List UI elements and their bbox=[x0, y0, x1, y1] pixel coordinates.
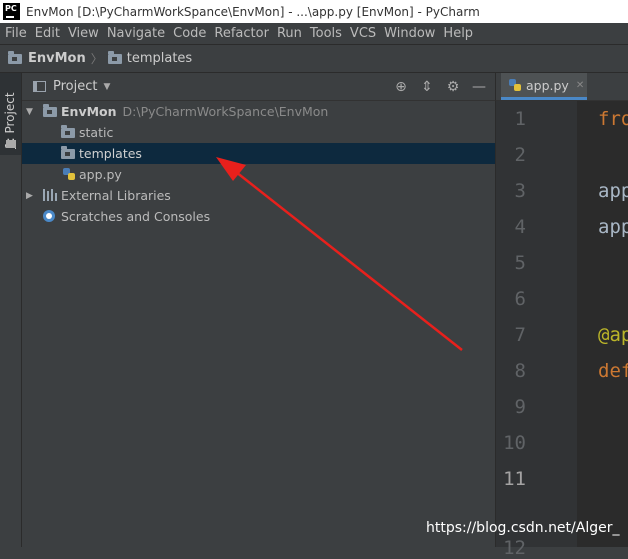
project-panel-header: Project ▼ ⊕ ⇕ ⚙ — bbox=[22, 73, 495, 101]
breadcrumb-templates[interactable]: templates bbox=[107, 50, 193, 66]
editor-gutter: 1 2 3 4 5 6 7 8 9 10 11 12 bbox=[495, 101, 595, 559]
watermark: https://blog.csdn.net/Alger_ bbox=[426, 520, 620, 536]
title-bar: PC EnvMon [D:\PyCharmWorkSpance\EnvMon] … bbox=[0, 0, 628, 23]
tree-item-label: templates bbox=[79, 146, 142, 161]
tree-item-label: EnvMon D:\PyCharmWorkSpance\EnvMon bbox=[61, 104, 329, 119]
tree-item-root[interactable]: ▼ EnvMon D:\PyCharmWorkSpance\EnvMon bbox=[22, 101, 495, 122]
code-line-1: fro bbox=[598, 108, 628, 130]
expand-arrow-icon[interactable]: ▼ bbox=[26, 107, 33, 117]
gear-icon[interactable]: ⚙ bbox=[443, 79, 463, 95]
current-line-number: 11 bbox=[503, 468, 526, 490]
project-view-selector[interactable]: Project bbox=[53, 79, 97, 94]
menu-view[interactable]: View bbox=[64, 26, 103, 41]
code-line-7: @ap bbox=[598, 324, 628, 346]
tree-item-label: External Libraries bbox=[61, 188, 171, 203]
line-number: 2 bbox=[514, 144, 526, 166]
line-number: 7 bbox=[514, 324, 526, 346]
code-line-8: def bbox=[598, 360, 628, 382]
chevron-down-icon[interactable]: ▼ bbox=[103, 82, 110, 92]
folder-icon bbox=[8, 50, 22, 64]
tree-item-templates[interactable]: templates bbox=[22, 143, 495, 164]
pycharm-logo-icon: PC bbox=[3, 3, 20, 20]
line-number: 6 bbox=[514, 288, 526, 310]
menu-tools[interactable]: Tools bbox=[306, 26, 346, 41]
project-tool-icon bbox=[6, 140, 16, 148]
tree-item-scratches[interactable]: Scratches and Consoles bbox=[22, 206, 495, 227]
line-number: 8 bbox=[514, 360, 526, 382]
folder-icon bbox=[61, 146, 75, 159]
editor-tab-app-py[interactable]: app.py ✕ bbox=[501, 73, 587, 100]
line-number: 3 bbox=[514, 180, 526, 202]
menu-bar: File Edit View Navigate Code Refactor Ru… bbox=[0, 23, 628, 44]
python-file-icon bbox=[63, 167, 76, 181]
menu-file[interactable]: File bbox=[0, 26, 31, 41]
python-file-icon bbox=[509, 78, 522, 92]
line-number: 5 bbox=[514, 252, 526, 274]
tree-item-static[interactable]: static bbox=[22, 122, 495, 143]
window-title: EnvMon [D:\PyCharmWorkSpance\EnvMon] - .… bbox=[26, 4, 480, 19]
breadcrumb-templates-label: templates bbox=[126, 51, 193, 66]
line-number: 4 bbox=[514, 216, 526, 238]
menu-vcs[interactable]: VCS bbox=[346, 26, 380, 41]
menu-edit[interactable]: Edit bbox=[31, 26, 64, 41]
breadcrumb-root-label: EnvMon bbox=[28, 51, 86, 66]
library-icon bbox=[43, 189, 57, 201]
menu-refactor[interactable]: Refactor bbox=[210, 26, 273, 41]
breadcrumb-root[interactable]: EnvMon bbox=[8, 50, 86, 66]
menu-help[interactable]: Help bbox=[439, 26, 477, 41]
menu-window[interactable]: Window bbox=[380, 26, 439, 41]
folder-icon bbox=[43, 104, 57, 117]
navigation-bar: EnvMon 〉 templates bbox=[0, 44, 628, 73]
folder-icon bbox=[61, 125, 75, 138]
menu-run[interactable]: Run bbox=[273, 26, 306, 41]
breadcrumb-separator-icon: 〉 bbox=[90, 52, 103, 66]
expand-arrow-icon[interactable]: ▶ bbox=[26, 191, 33, 201]
code-line-3: app bbox=[598, 180, 628, 202]
tree-item-label: app.py bbox=[79, 167, 122, 182]
project-view-icon bbox=[33, 81, 46, 92]
editor-tab-label: app.py bbox=[526, 77, 569, 93]
close-icon[interactable]: ✕ bbox=[576, 80, 584, 91]
tree-item-label: static bbox=[79, 125, 114, 140]
project-tool-tab[interactable]: 1: Project bbox=[0, 73, 21, 155]
line-number: 12 bbox=[503, 537, 526, 559]
locate-icon[interactable]: ⊕ bbox=[391, 79, 411, 95]
tree-item-label: Scratches and Consoles bbox=[61, 209, 211, 224]
line-number: 9 bbox=[514, 396, 526, 418]
minimize-icon[interactable]: — bbox=[469, 79, 489, 95]
code-line-4: app bbox=[598, 216, 628, 238]
editor-tab-bar: app.py ✕ bbox=[495, 73, 628, 101]
code-editor[interactable]: fro app app @ap def bbox=[577, 101, 628, 547]
tree-item-app-py[interactable]: app.py bbox=[22, 164, 495, 185]
menu-navigate[interactable]: Navigate bbox=[103, 26, 169, 41]
tree-item-external-libraries[interactable]: ▶ External Libraries bbox=[22, 185, 495, 206]
line-number: 1 bbox=[514, 108, 526, 130]
collapse-all-icon[interactable]: ⇕ bbox=[417, 79, 437, 95]
scratches-icon bbox=[43, 210, 57, 224]
menu-code[interactable]: Code bbox=[169, 26, 210, 41]
folder-icon bbox=[107, 50, 122, 64]
line-number: 10 bbox=[503, 432, 526, 454]
tool-window-strip: 1: Project bbox=[0, 73, 22, 547]
project-tree: ▼ EnvMon D:\PyCharmWorkSpance\EnvMon stat… bbox=[22, 101, 495, 547]
